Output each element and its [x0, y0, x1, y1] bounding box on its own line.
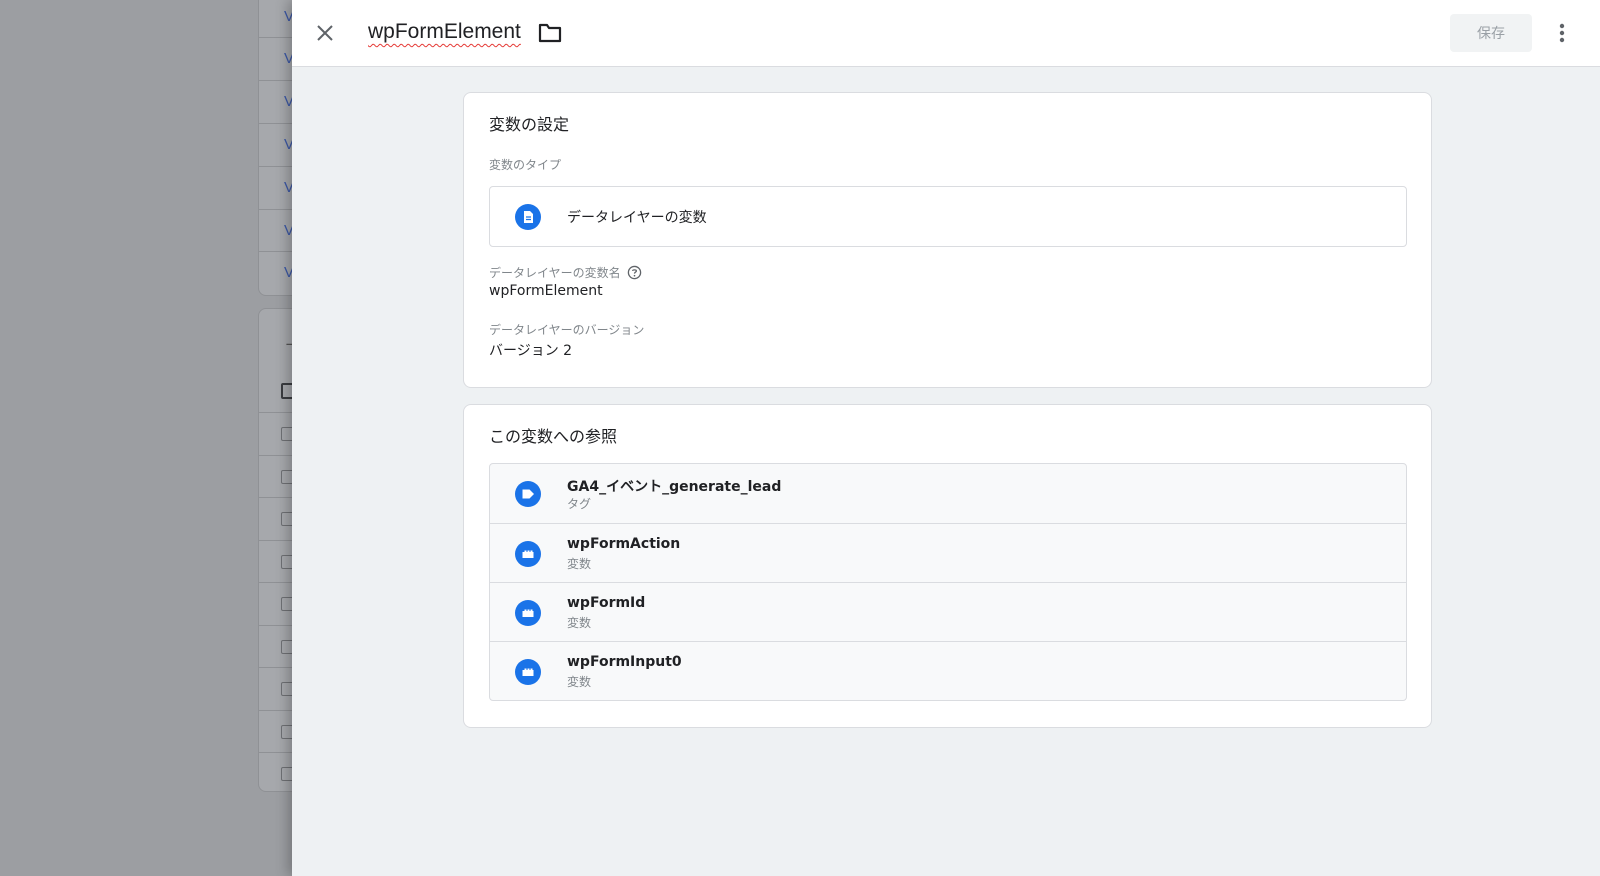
references-card: この変数への参照 GA4_イベント_generate_lead タグ wpFor…	[463, 404, 1432, 728]
variable-icon	[515, 600, 541, 626]
folder-icon	[538, 23, 562, 43]
more-vert-icon	[1559, 23, 1565, 43]
list-item[interactable]: wpFormId 変数	[490, 582, 1406, 641]
list-item[interactable]: GA4_イベント_generate_lead タグ	[490, 464, 1406, 523]
close-button[interactable]	[310, 18, 340, 48]
datalayer-variable-name-value: wpFormElement	[489, 283, 603, 299]
list-item[interactable]: wpFormInput0 変数	[490, 641, 1406, 700]
datalayer-version-label: データレイヤーのバージョン	[489, 323, 645, 337]
help-icon[interactable]	[627, 265, 642, 280]
variable-configuration-card: 変数の設定 変数のタイプ データレイヤーの変数 データレイヤーの変数名 wpFo…	[463, 92, 1432, 388]
variable-editor-sheet: wpFormElement 保存 変数の設定 変数のタイプ データレイヤーの変数	[292, 0, 1600, 876]
variable-type-value: データレイヤーの変数	[567, 210, 707, 226]
folder-button[interactable]	[538, 22, 564, 46]
variable-type-label: 変数のタイプ	[489, 158, 562, 172]
variable-icon	[515, 541, 541, 567]
variable-title[interactable]: wpFormElement	[368, 20, 521, 44]
variable-type-selector[interactable]: データレイヤーの変数	[489, 186, 1407, 247]
variable-icon	[515, 659, 541, 685]
sheet-header: wpFormElement 保存	[292, 0, 1600, 67]
tag-icon	[515, 481, 541, 507]
card-title: 変数の設定	[489, 115, 570, 134]
close-icon	[317, 25, 333, 41]
references-list: GA4_イベント_generate_lead タグ wpFormAction 変…	[489, 463, 1407, 701]
document-icon	[515, 204, 541, 230]
card-title: この変数への参照	[489, 427, 618, 446]
datalayer-version-value: バージョン 2	[489, 343, 573, 359]
datalayer-variable-name-label: データレイヤーの変数名	[489, 264, 642, 281]
list-item[interactable]: wpFormAction 変数	[490, 523, 1406, 582]
save-button[interactable]: 保存	[1450, 14, 1532, 52]
more-options-button[interactable]	[1550, 18, 1574, 48]
